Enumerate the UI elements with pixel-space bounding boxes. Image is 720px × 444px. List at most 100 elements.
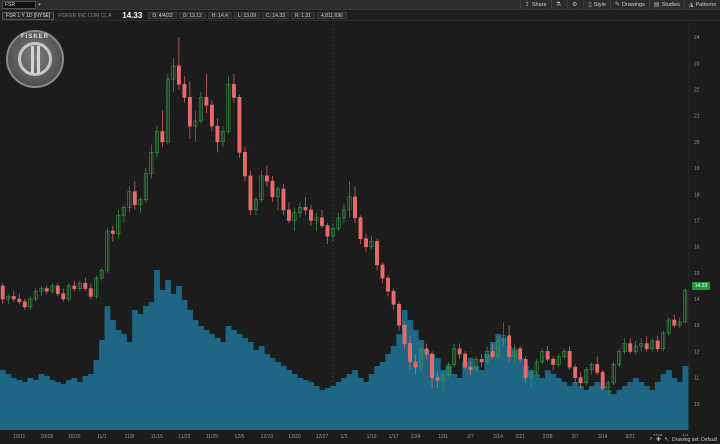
- volume-bar: [11, 378, 17, 430]
- chart-settings-label[interactable]: FSR 1 Y 1D [NYSE]: [2, 11, 55, 20]
- last-price: 14.33: [122, 11, 143, 20]
- candle-body: [325, 225, 330, 237]
- candle-body: [209, 104, 214, 127]
- drawings-button[interactable]: ✎ Drawings: [609, 0, 649, 10]
- drawing-set-label[interactable]: Drawing set: Default: [672, 437, 717, 443]
- volume-bar: [209, 334, 215, 430]
- volume-bar: [264, 354, 270, 430]
- y-tick-label: 16: [694, 245, 700, 251]
- volume-bar: [49, 380, 56, 430]
- volume-bar: [539, 378, 546, 430]
- x-tick-label: 2/14: [493, 434, 503, 440]
- volume-bar: [66, 380, 72, 430]
- volume-bar: [335, 382, 342, 430]
- y-tick-label: 17: [694, 218, 700, 224]
- y-tick-label: 24: [694, 35, 700, 41]
- volume-bar: [462, 362, 469, 430]
- volume-bar: [143, 306, 149, 430]
- volume-bar: [258, 346, 265, 430]
- volume-bar: [286, 370, 293, 430]
- volume-bar: [77, 382, 83, 430]
- candle-body: [176, 65, 181, 85]
- x-tick-label: 3/14: [598, 434, 608, 440]
- candle-body: [655, 340, 660, 350]
- volume-bar: [33, 380, 39, 430]
- patterns-button[interactable]: ◮ Patterns: [683, 0, 720, 10]
- price-chart[interactable]: 10 11 12 13 14 15 16 17 18 19 20 21 22 23 24 10/11 10/18…: [0, 22, 720, 444]
- candle-body: [353, 196, 357, 219]
- cursor-icon[interactable]: ↖: [664, 436, 669, 443]
- volume-bar: [341, 378, 348, 430]
- candle-body: [413, 361, 418, 368]
- low-readout: L: 13.09: [233, 12, 260, 19]
- volume-bar: [616, 390, 623, 430]
- candle-body: [595, 364, 600, 373]
- x-tick-label: 10/11: [13, 434, 25, 440]
- x-tick-label: 1/10: [367, 434, 377, 440]
- candle-body: [320, 217, 324, 226]
- volume-bar: [330, 386, 337, 430]
- y-tick-label: 10: [694, 402, 700, 408]
- volume-bar: [500, 338, 507, 430]
- fisker-logo: FISKER: [6, 30, 64, 88]
- volume-bar: [368, 374, 375, 430]
- share-button[interactable]: ⇪ Share: [519, 0, 551, 10]
- zoom-icon[interactable]: ⌕: [650, 436, 653, 443]
- volume-bar: [55, 382, 61, 430]
- volume-bar: [225, 326, 232, 430]
- candle-body: [83, 283, 88, 289]
- volume-bar: [16, 380, 23, 430]
- candle-body: [567, 351, 572, 368]
- candle-body: [303, 207, 308, 211]
- volume-bar: [583, 390, 590, 430]
- volume-bar: [632, 378, 639, 430]
- candle-body: [479, 358, 484, 363]
- candle-body: [386, 277, 390, 292]
- volume-bar: [577, 386, 584, 430]
- x-tick-label: 10/25: [68, 434, 81, 440]
- candle-body: [55, 285, 60, 295]
- candle-body: [0, 285, 5, 300]
- candle-body: [463, 353, 468, 368]
- flask-button[interactable]: ⚗: [550, 0, 567, 10]
- lock-icon[interactable]: ✚: [656, 436, 661, 443]
- volume-bar: [236, 334, 243, 430]
- candle-body: [397, 303, 401, 326]
- y-tick-label: 18: [694, 192, 700, 198]
- candle-body: [600, 372, 605, 389]
- candle-body: [182, 83, 187, 98]
- volume-bar: [170, 294, 177, 430]
- volume-bar: [621, 386, 628, 430]
- y-tick-label: 21: [694, 114, 700, 120]
- candle-body: [408, 343, 412, 363]
- chart-area[interactable]: 10 11 12 13 14 15 16 17 18 19 20 21 22 23 24 10/11 10/18…: [0, 22, 720, 444]
- symbol-dropdown-icon[interactable]: ▾: [36, 1, 43, 9]
- volume-bar: [214, 338, 221, 430]
- volume-bar: [649, 390, 656, 430]
- x-tick-label: 11/15: [151, 434, 163, 440]
- open-readout: O: 13.12: [178, 12, 206, 19]
- volume-bar: [275, 362, 282, 430]
- volume-bar: [110, 320, 116, 430]
- settings-button[interactable]: ⚙: [566, 0, 583, 10]
- x-tick-label: 12/13: [261, 434, 274, 440]
- volume-bar: [566, 386, 573, 430]
- y-tick-label: 12: [694, 349, 700, 355]
- studies-button[interactable]: ▤ Studies: [648, 0, 684, 10]
- candle-body: [44, 288, 49, 292]
- style-button[interactable]: ▯ Style: [583, 0, 610, 10]
- volume-bar: [456, 378, 463, 430]
- volume-readout: 4,811,696: [317, 12, 347, 19]
- studies-icon: ▤: [653, 2, 660, 8]
- volume-bar: [588, 386, 595, 430]
- candle-body: [644, 343, 649, 350]
- volume-bar: [561, 382, 568, 430]
- candle-body: [187, 97, 192, 127]
- last-price-marker: 14.33: [692, 282, 710, 290]
- change-readout: R: 1.31: [290, 12, 316, 19]
- symbol-input[interactable]: [2, 0, 36, 9]
- volume-bar: [5, 374, 12, 430]
- volume-bar: [324, 388, 331, 430]
- candle-body: [391, 290, 396, 305]
- y-tick-label: 23: [694, 61, 700, 67]
